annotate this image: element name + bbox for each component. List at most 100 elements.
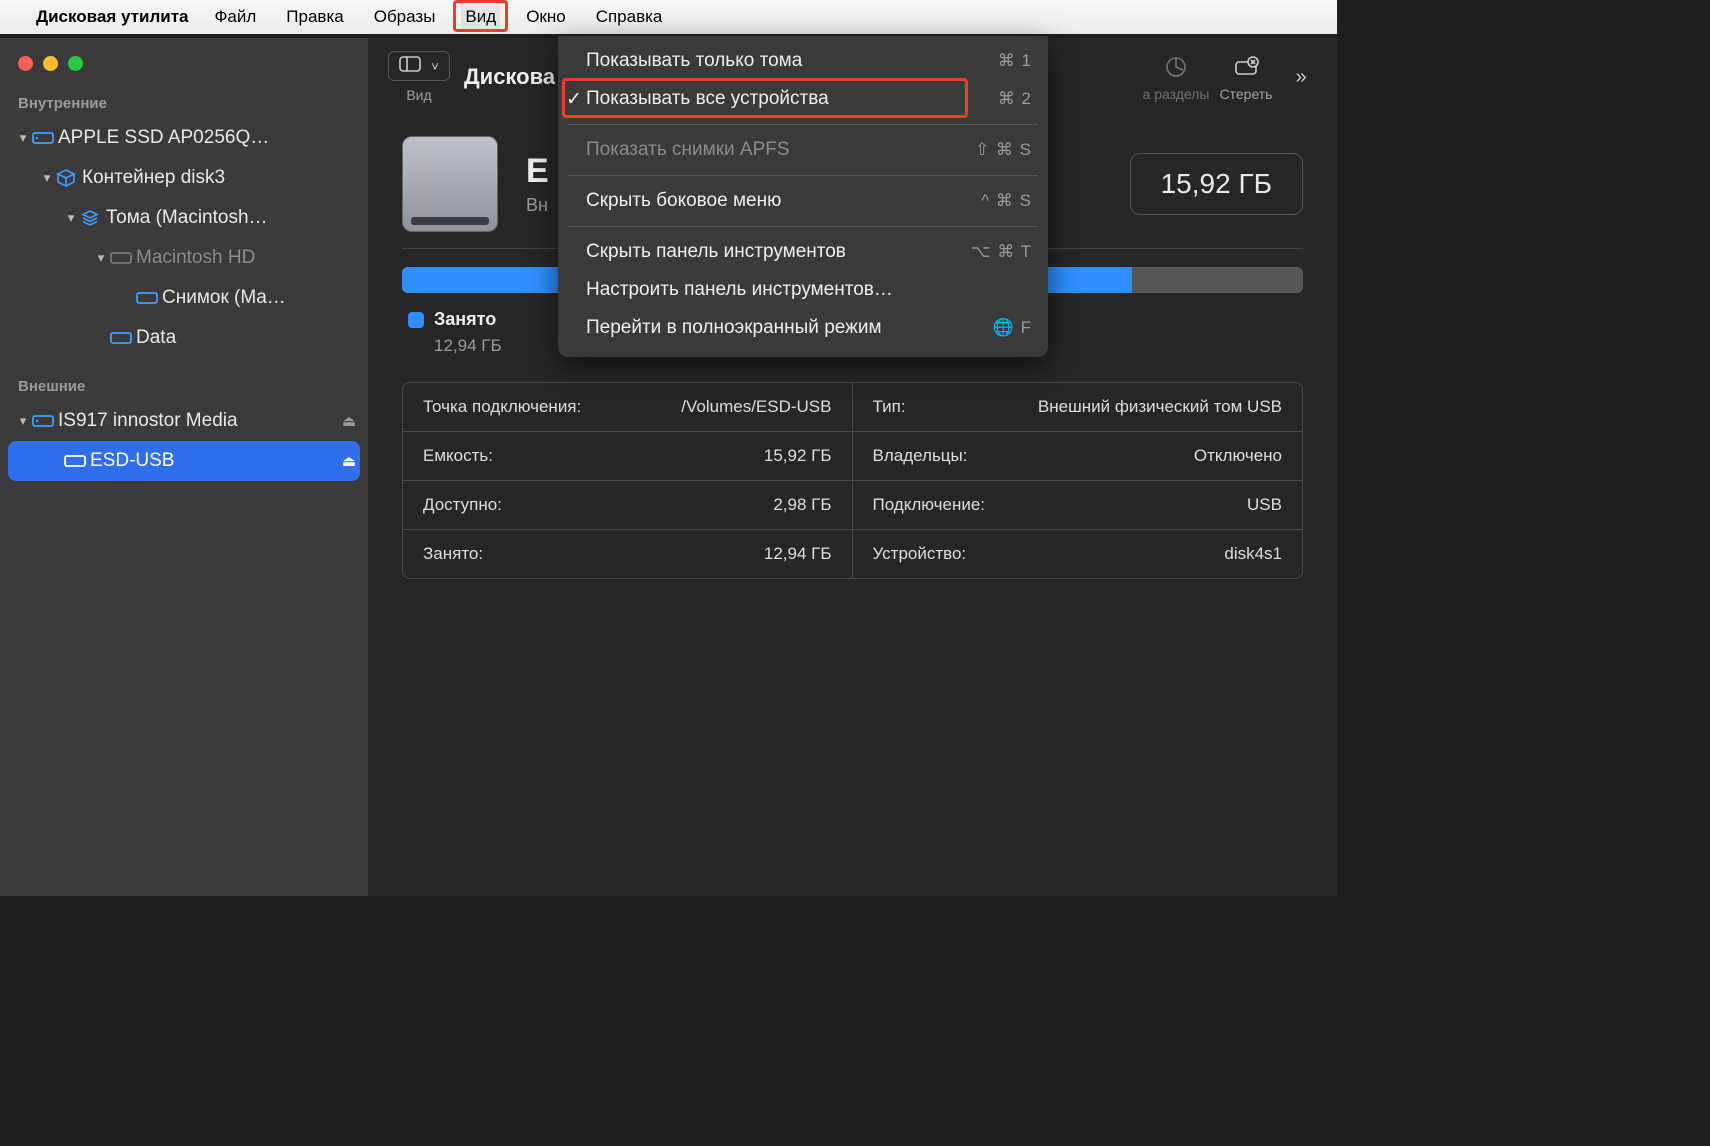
menubar-item-window[interactable]: Окно [522,5,570,29]
info-value: disk4s1 [1224,544,1282,564]
toolbar-erase-label: Стереть [1220,86,1273,102]
eject-icon[interactable]: ⏏ [342,412,356,430]
close-window-button[interactable] [18,56,33,71]
menubar-app-name[interactable]: Дисковая утилита [36,7,188,27]
sidebar-item-internal-disk[interactable]: ▾ APPLE SSD AP0256Q… [0,118,368,158]
info-value: USB [1247,495,1282,515]
info-cell: Подключение: USB [853,481,1303,530]
info-key: Доступно: [423,495,502,515]
menu-separator [568,226,1038,227]
erase-icon [1232,52,1260,82]
chevron-down-icon[interactable]: ▾ [62,210,80,226]
hdd-icon [32,130,58,146]
menu-item-label: Настроить панель инструментов… [586,279,893,301]
sidebar-section-external: Внешние [0,372,368,401]
menu-item[interactable]: Перейти в полноэкранный режим 🌐 F [558,309,1048,347]
chevron-down-icon[interactable]: ▾ [14,413,32,429]
toolbar-view-button[interactable]: ˅ Вид [384,51,454,103]
menubar-item-images[interactable]: Образы [370,5,440,29]
sidebar-item-label: Тома (Macintosh… [106,207,356,229]
menubar-item-edit[interactable]: Правка [282,5,347,29]
info-key: Точка подключения: [423,397,581,417]
chevron-double-right-icon: » [1295,62,1306,92]
info-value: Внешний физический том USB [1038,397,1282,417]
info-key: Тип: [873,397,906,417]
info-key: Подключение: [873,495,986,515]
info-cell: Устройство: disk4s1 [853,530,1303,578]
window-title: Дискова [464,64,555,90]
info-key: Владельцы: [873,446,968,466]
menubar-item-file[interactable]: Файл [210,5,260,29]
info-value: 2,98 ГБ [773,495,831,515]
menu-separator [568,124,1038,125]
menubar-item-view[interactable]: Вид [461,5,500,29]
sidebar-item-container[interactable]: ▾ Контейнер disk3 [0,158,368,198]
sidebar-item-snapshot[interactable]: Снимок (Ma… [0,278,368,318]
sidebar-item-label: ESD-USB [90,450,342,472]
menu-item-shortcut: ⌘ 1 [998,51,1032,71]
volume-icon [64,454,90,468]
info-cell: Занято: 12,94 ГБ [403,530,853,578]
sidebar-item-label: Контейнер disk3 [82,167,356,189]
window-traffic-lights [0,50,368,89]
menu-item-shortcut: 🌐 F [993,318,1032,338]
sidebar-item-label: Data [136,327,356,349]
menu-item-shortcut: ⌥ ⌘ T [971,242,1032,262]
volume-subtitle: Вн [526,195,549,216]
legend-swatch-used-icon [408,312,424,328]
menu-item[interactable]: Скрыть боковое меню ^ ⌘ S [558,182,1048,220]
sidebar-item-volumegroup[interactable]: ▾ Тома (Macintosh… [0,198,368,238]
minimize-window-button[interactable] [43,56,58,71]
menu-item-label: Показать снимки APFS [586,139,790,161]
chevron-down-icon[interactable]: ▾ [38,170,56,186]
menu-item[interactable]: Показывать только тома ⌘ 1 [558,42,1048,80]
eject-icon[interactable]: ⏏ [342,452,356,470]
volume-icon [136,291,162,305]
info-cell: Тип: Внешний физический том USB [853,383,1303,432]
sidebar-section-internal: Внутренние [0,89,368,118]
sidebar-item-macintosh-hd[interactable]: ▾ Macintosh HD [0,238,368,278]
sidebar-item-data[interactable]: Data [0,318,368,358]
checkmark-icon: ✓ [566,88,582,111]
chevron-down-icon[interactable]: ▾ [14,130,32,146]
info-key: Устройство: [873,544,967,564]
info-value: 12,94 ГБ [764,544,832,564]
info-value: Отключено [1194,446,1282,466]
sidebar-item-label: Снимок (Ma… [162,287,356,309]
menu-item[interactable]: Настроить панель инструментов… [558,271,1048,309]
sidebar-item-label: APPLE SSD AP0256Q… [58,127,356,149]
sidebar: Внутренние ▾ APPLE SSD AP0256Q… ▾ Контей… [0,38,368,896]
chevron-down-icon[interactable]: ▾ [92,250,110,266]
volume-icon [110,251,136,265]
menu-item-label: Скрыть панель инструментов [586,241,846,263]
info-cell: Доступно: 2,98 ГБ [403,481,853,530]
menu-item[interactable]: Скрыть панель инструментов ⌥ ⌘ T [558,233,1048,271]
info-key: Занято: [423,544,483,564]
menu-item-shortcut: ^ ⌘ S [981,191,1032,211]
info-cell: Точка подключения: /Volumes/ESD-USB [403,383,853,432]
fullscreen-window-button[interactable] [68,56,83,71]
menu-item-label: Перейти в полноэкранный режим [586,317,882,339]
drive-icon [402,136,498,232]
menu-item-label: Скрыть боковое меню [586,190,781,212]
info-value: /Volumes/ESD-USB [681,397,831,417]
cube-icon [56,168,82,188]
sidebar-item-external-disk[interactable]: ▾ IS917 innostor Media ⏏ [0,401,368,441]
hdd-icon [32,413,58,429]
sidebar-item-label: IS917 innostor Media [58,410,342,432]
toolbar-partition-button[interactable]: а разделы [1141,52,1211,102]
info-cell: Емкость:15,92 ГБ [403,432,853,481]
sidebar-item-esd-usb[interactable]: ESD-USB ⏏ [8,441,360,481]
volume-size-pill: 15,92 ГБ [1130,153,1303,215]
toolbar-overflow-button[interactable]: » [1281,62,1321,92]
toolbar-partition-label: а разделы [1143,86,1210,102]
info-value: 15,92 ГБ [764,446,832,466]
menu-item[interactable]: ✓Показывать все устройства⌘ 2 [558,80,1048,118]
menu-separator [568,175,1038,176]
macos-menubar: Дисковая утилита Файл Правка Образы Вид … [0,0,1337,34]
menu-item-label: Показывать все устройства [586,88,829,110]
toolbar-erase-button[interactable]: Стереть [1211,52,1281,102]
menubar-item-help[interactable]: Справка [592,5,667,29]
info-cell: Владельцы: Отключено [853,432,1303,481]
menu-item-label: Показывать только тома [586,50,802,72]
